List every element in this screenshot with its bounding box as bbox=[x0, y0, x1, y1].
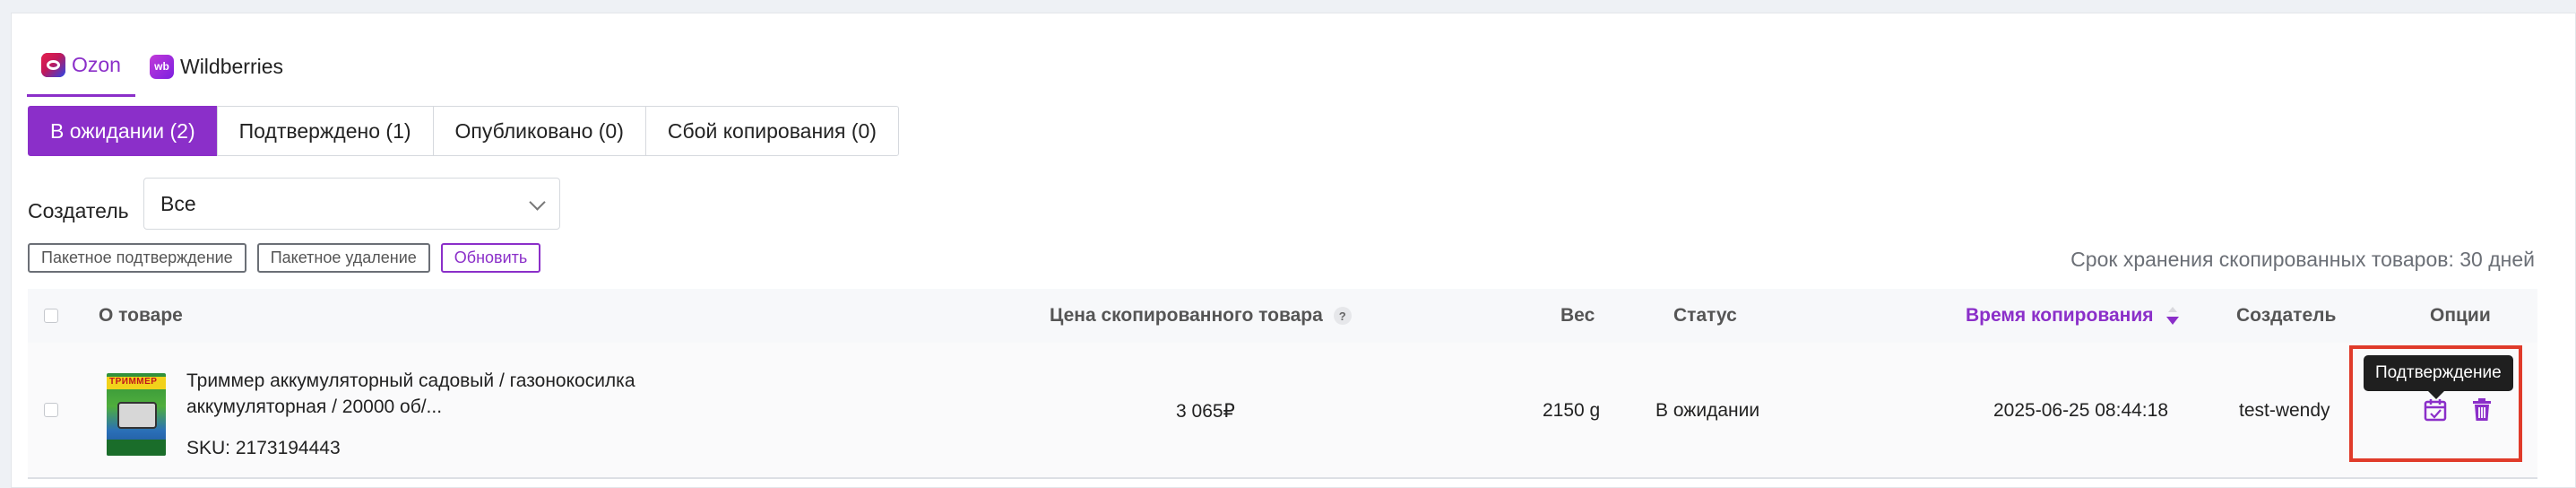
platform-tabs: Ozon wb Wildberries bbox=[27, 36, 298, 97]
status-tabs: В ожидании (2) Подтверждено (1) Опублико… bbox=[28, 106, 899, 156]
tab-wildberries[interactable]: wb Wildberries bbox=[135, 36, 298, 97]
table-row: ТРИММЕР Триммер аккумуляторный садовый /… bbox=[28, 343, 2537, 479]
tab-pending[interactable]: В ожидании (2) bbox=[28, 106, 218, 156]
product-weight: 2150 g bbox=[1543, 400, 1601, 421]
creator-filter-label: Создатель bbox=[28, 199, 129, 222]
confirm-calendar-icon[interactable] bbox=[2422, 396, 2449, 423]
product-status: В ожидании bbox=[1655, 400, 1760, 421]
tab-published[interactable]: Опубликовано (0) bbox=[432, 106, 646, 156]
header-price: Цена скопированного товара ? bbox=[1050, 289, 1352, 343]
grass-image bbox=[107, 440, 166, 456]
product-name[interactable]: Триммер аккумуляторный садовый / газонок… bbox=[186, 368, 653, 420]
product-sku: SKU: 2173194443 bbox=[186, 438, 341, 458]
ozon-logo-icon bbox=[41, 53, 65, 77]
header-weight: Вес bbox=[1560, 305, 1595, 326]
mower-image bbox=[117, 402, 157, 429]
header-copy-time[interactable]: Время копирования bbox=[1966, 289, 2179, 343]
copy-time: 2025-06-25 08:44:18 bbox=[1993, 400, 2168, 421]
select-all-cell bbox=[44, 289, 58, 343]
batch-confirm-button[interactable]: Пакетное подтверждение bbox=[28, 243, 246, 273]
sort-desc-icon[interactable] bbox=[2165, 306, 2179, 325]
refresh-button[interactable]: Обновить bbox=[440, 243, 541, 273]
trash-icon[interactable] bbox=[2468, 396, 2495, 423]
product-thumbnail[interactable]: ТРИММЕР bbox=[107, 373, 166, 456]
select-all-checkbox[interactable] bbox=[44, 309, 58, 323]
tab-copy-failed[interactable]: Сбой копирования (0) bbox=[644, 106, 899, 156]
header-creator: Создатель bbox=[2236, 305, 2337, 326]
header-status: Статус bbox=[1673, 305, 1737, 326]
header-price-label: Цена скопированного товара bbox=[1050, 305, 1323, 326]
help-icon[interactable]: ? bbox=[1333, 307, 1352, 325]
tab-confirmed[interactable]: Подтверждено (1) bbox=[216, 106, 434, 156]
creator-name: test-wendy bbox=[2239, 400, 2330, 421]
creator-select-value: Все bbox=[160, 191, 196, 215]
header-options: Опции bbox=[2430, 305, 2491, 326]
batch-delete-button[interactable]: Пакетное удаление bbox=[256, 243, 430, 273]
tab-wildberries-label: Wildberries bbox=[179, 54, 284, 78]
product-price: 3 065₽ bbox=[1176, 401, 1235, 422]
thumbnail-label: ТРИММЕР bbox=[109, 377, 158, 387]
header-product: О товаре bbox=[99, 305, 183, 326]
table-header: О товаре Цена скопированного товара ? Ве… bbox=[28, 289, 2537, 343]
wildberries-logo-icon: wb bbox=[149, 54, 174, 79]
bulk-actions: Пакетное подтверждение Пакетное удаление… bbox=[28, 243, 541, 273]
creator-select[interactable]: Все bbox=[143, 178, 560, 230]
tab-ozon[interactable]: Ozon bbox=[27, 36, 135, 97]
row-checkbox[interactable] bbox=[44, 403, 58, 417]
retention-notice: Срок хранения скопированных товаров: 30 … bbox=[2070, 248, 2535, 271]
chevron-down-icon bbox=[529, 194, 546, 211]
header-copy-time-label: Время копирования bbox=[1966, 305, 2154, 326]
tab-ozon-label: Ozon bbox=[72, 53, 121, 76]
confirm-tooltip: Подтверждение bbox=[2364, 355, 2513, 399]
